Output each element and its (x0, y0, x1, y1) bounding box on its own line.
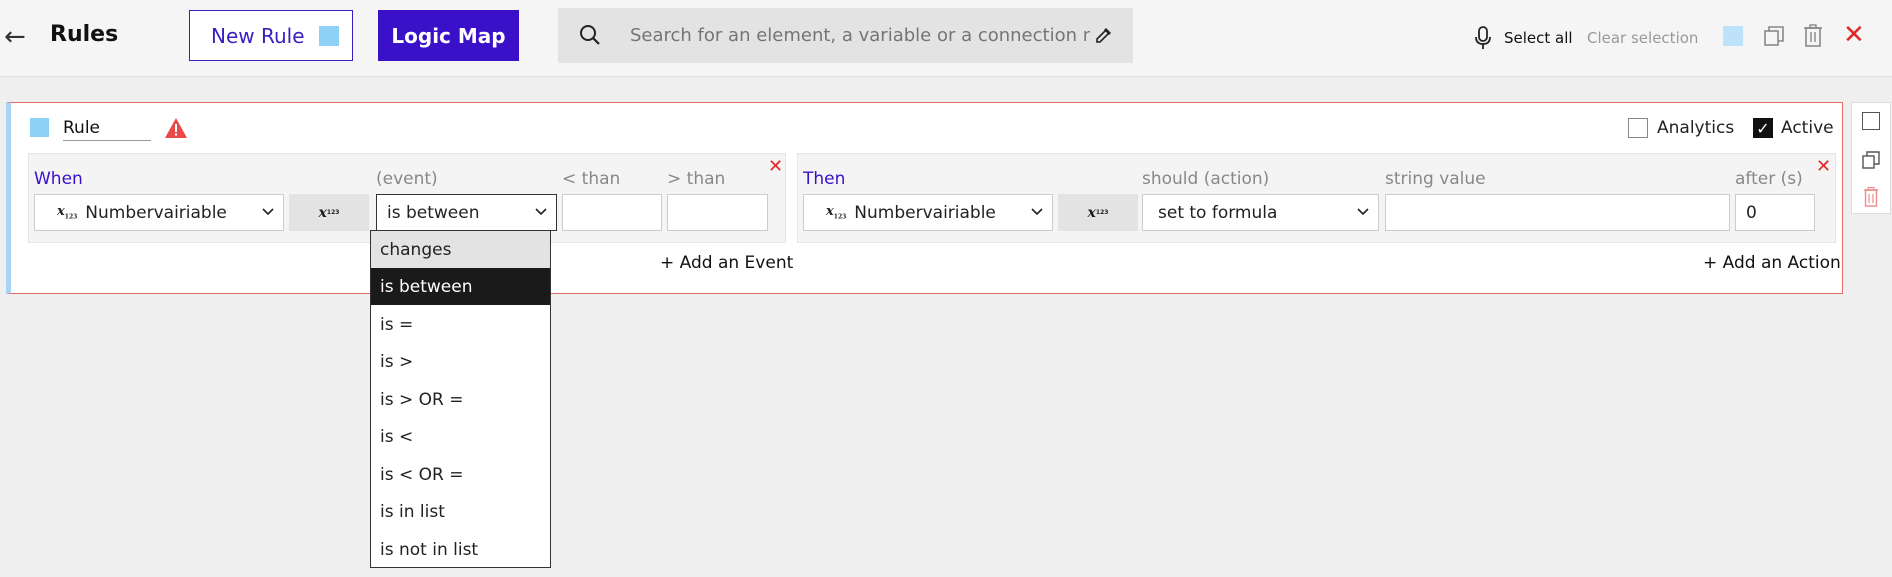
gt-label: > than (667, 169, 726, 189)
remove-event-icon[interactable]: ✕ (768, 156, 783, 177)
rule-card: Analytics ✓ Active When (event) < than >… (6, 102, 1843, 294)
eyedropper-icon[interactable] (1094, 25, 1114, 49)
then-panel: Then should (action) string value after … (797, 153, 1836, 243)
top-bar: ← Rules New Rule Logic Map Select all Cl… (0, 0, 1892, 77)
page-title: Rules (50, 22, 119, 47)
variable-icon: x123 (826, 204, 847, 221)
then-variable-value: Numbervairiable (854, 202, 996, 223)
string-value-label: string value (1385, 169, 1486, 189)
chevron-down-icon (1031, 208, 1043, 216)
search-bar (558, 8, 1133, 63)
action-label: should (action) (1142, 169, 1270, 189)
analytics-label: Analytics (1657, 118, 1735, 138)
event-value: is between (387, 202, 480, 223)
rule-color-square-icon[interactable] (30, 118, 49, 137)
trash-icon[interactable] (1863, 186, 1879, 211)
lt-label: < than (562, 169, 621, 189)
add-event-button[interactable]: + Add an Event (660, 253, 793, 273)
logic-map-button[interactable]: Logic Map (378, 10, 519, 61)
after-label: after (s) (1735, 169, 1803, 189)
dropdown-option[interactable]: is in list (371, 493, 550, 530)
dropdown-option[interactable]: is = (371, 306, 550, 343)
chevron-down-icon (535, 208, 547, 216)
dropdown-option[interactable]: changes (371, 231, 550, 268)
after-seconds-input[interactable]: 0 (1735, 194, 1815, 231)
when-variable-select[interactable]: x123 Numbervairiable (34, 194, 284, 231)
lt-input[interactable] (562, 194, 662, 231)
select-all-link[interactable]: Select all (1504, 29, 1573, 47)
when-label: When (34, 169, 83, 189)
select-rule-checkbox[interactable] (1862, 112, 1880, 130)
add-action-button[interactable]: + Add an Action (1703, 253, 1841, 273)
trash-icon[interactable] (1803, 24, 1823, 52)
new-rule-label: New Rule (211, 23, 305, 48)
dropdown-option[interactable]: is < OR = (371, 456, 550, 493)
duplicate-icon[interactable] (1862, 151, 1880, 173)
clear-selection-link[interactable]: Clear selection (1587, 29, 1698, 47)
close-icon[interactable]: ✕ (1843, 22, 1865, 48)
remove-action-icon[interactable]: ✕ (1816, 156, 1831, 177)
action-select[interactable]: set to formula (1142, 194, 1379, 231)
string-value-input[interactable] (1385, 194, 1730, 231)
search-icon (579, 24, 601, 50)
chevron-down-icon (1357, 208, 1369, 216)
rule-side-toolbar (1851, 102, 1891, 214)
microphone-icon[interactable] (1474, 26, 1492, 54)
rule-name-input[interactable] (63, 115, 151, 141)
duplicate-icon[interactable] (1763, 25, 1785, 51)
dropdown-option[interactable]: is < (371, 418, 550, 455)
analytics-checkbox[interactable] (1628, 118, 1648, 138)
event-dropdown-list: changes is between is = is > is > OR = i… (370, 230, 551, 568)
dropdown-option[interactable]: is > (371, 343, 550, 380)
arrow-left-icon[interactable]: ← (4, 22, 26, 52)
when-variable-value: Numbervairiable (85, 202, 227, 223)
then-variable-select[interactable]: x123 Numbervairiable (803, 194, 1053, 231)
dropdown-option[interactable]: is not in list (371, 531, 550, 568)
then-label: Then (803, 169, 846, 189)
search-input[interactable] (630, 20, 1090, 50)
warning-icon (164, 117, 188, 143)
event-select[interactable]: is between (376, 194, 557, 231)
event-label: (event) (376, 169, 438, 189)
dropdown-option[interactable]: is between (371, 268, 550, 305)
color-square-icon (318, 25, 339, 46)
variable-picker-button[interactable]: x 123 (1058, 194, 1138, 231)
new-rule-button[interactable]: New Rule (189, 10, 353, 61)
variable-picker-button[interactable]: x 123 (289, 194, 369, 231)
active-label: Active (1781, 118, 1834, 138)
active-checkbox[interactable]: ✓ (1753, 118, 1773, 138)
variable-icon: x123 (57, 204, 78, 221)
chevron-down-icon (262, 208, 274, 216)
action-value: set to formula (1158, 202, 1278, 223)
color-square-icon[interactable] (1723, 26, 1743, 46)
gt-input[interactable] (667, 194, 768, 231)
dropdown-option[interactable]: is > OR = (371, 381, 550, 418)
